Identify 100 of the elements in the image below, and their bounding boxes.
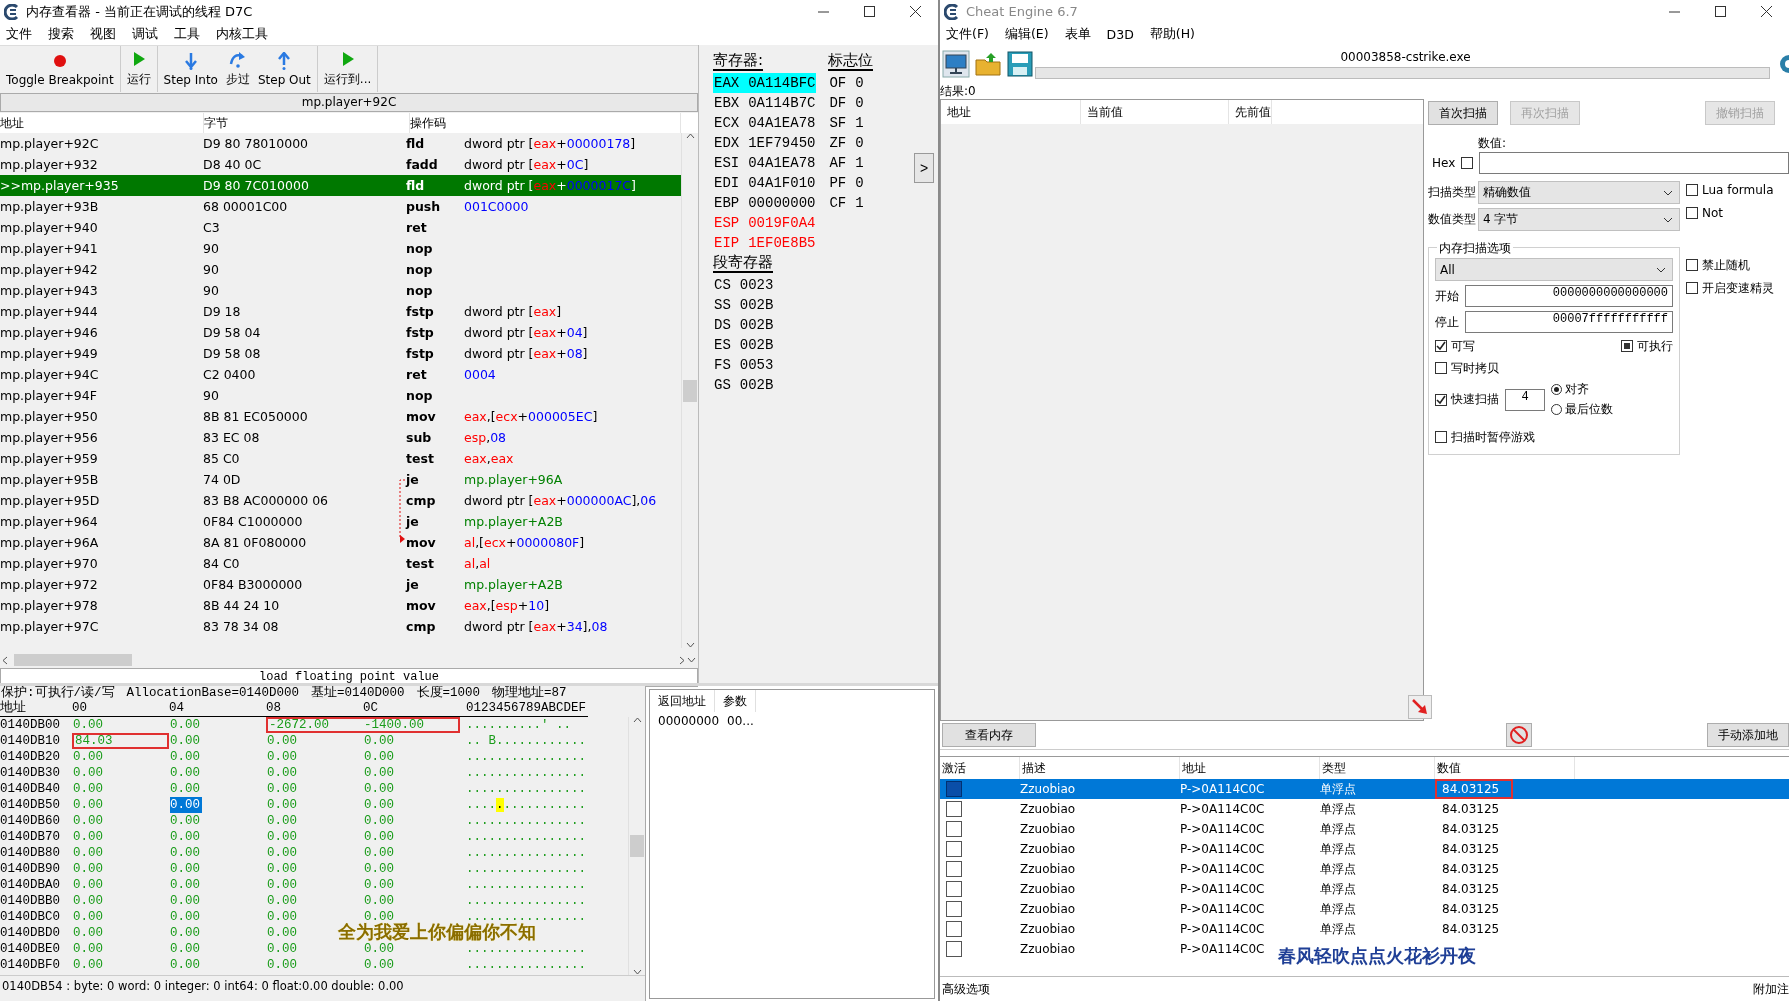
checkbox[interactable] [1621, 340, 1633, 352]
scroll-down-icon[interactable] [632, 969, 642, 975]
expand-button[interactable]: > [914, 153, 934, 183]
selected-register-row[interactable]: EAX 0A114BFC [713, 73, 817, 93]
column-header[interactable]: 先前值 [1229, 100, 1272, 124]
column-header[interactable]: 参数 [715, 690, 756, 712]
code-row[interactable]: mp.player+97C 83 78 34 08 cmp dword ptr [eax+34],08 [0, 616, 681, 637]
menu-item[interactable]: 工具 [174, 25, 200, 43]
scroll-right-icon[interactable] [679, 655, 685, 665]
register-row[interactable]: ESI 04A1EA78 [713, 153, 817, 173]
code-row[interactable]: mp.player+94F 90 nop [0, 385, 681, 406]
computer-icon[interactable] [942, 50, 970, 78]
register-row[interactable]: EBP 00000000 [713, 193, 817, 213]
checkbox[interactable] [946, 921, 962, 937]
checkbox[interactable] [946, 821, 962, 837]
settings-icon[interactable] [1777, 53, 1789, 75]
menu-item[interactable]: 文件(F) [946, 25, 989, 43]
selected-code-row[interactable]: >>mp.player+935 D9 80 7C010000 fld dword ptr [eax+0000017C] [0, 175, 681, 196]
checkbox[interactable] [946, 941, 962, 957]
scroll-thumb[interactable] [683, 379, 697, 402]
checkbox[interactable] [1435, 431, 1447, 443]
checkbox[interactable] [946, 901, 962, 917]
close-icon[interactable] [909, 6, 921, 17]
column-header[interactable]: 字节 [204, 113, 410, 133]
code-row[interactable]: mp.player+959 85 C0 test eax,eax [0, 448, 681, 469]
register-row[interactable]: ESP 0019F0A4 [713, 213, 817, 233]
selected-value[interactable]: 0.00 [170, 797, 202, 813]
code-row[interactable]: mp.player+956 83 EC 08 sub esp,08 [0, 427, 681, 448]
code-row[interactable]: mp.player+940 C3 ret [0, 217, 681, 238]
scroll-up-icon[interactable] [632, 717, 642, 723]
code-row[interactable]: mp.player+972 0F84 B3000000 je mp.player+A2B [0, 574, 681, 595]
code-row[interactable]: mp.player+95B 74 0D je mp.player+96A [0, 469, 681, 490]
register-row[interactable]: EDI 04A1F010 [713, 173, 817, 193]
clear-button[interactable] [1506, 723, 1532, 747]
radio-button[interactable] [1551, 384, 1562, 395]
maximize-icon[interactable] [863, 6, 875, 17]
address-input[interactable]: 00007fffffffffff [1465, 311, 1673, 333]
checkbox[interactable] [946, 801, 962, 817]
dropdown[interactable]: All [1435, 258, 1673, 281]
checkbox[interactable] [1435, 362, 1447, 374]
menu-item[interactable]: 调试 [132, 25, 158, 43]
menu-item[interactable]: 内核工具 [216, 25, 268, 43]
scroll-up-icon[interactable] [685, 133, 695, 139]
menu-item[interactable]: 文件 [6, 25, 32, 43]
dropdown[interactable]: 4 字节 [1478, 208, 1680, 231]
code-row[interactable]: mp.player+946 D9 58 04 fstp dword ptr [eax+04] [0, 322, 681, 343]
column-header[interactable]: 返回地址 [650, 690, 715, 712]
scroll-thumb[interactable] [630, 835, 644, 857]
checkbox[interactable] [946, 861, 962, 877]
checkbox[interactable] [1686, 259, 1698, 271]
code-row[interactable]: mp.player+95D 83 B8 AC000000 06 cmp dword ptr [eax+000000AC],06 [0, 490, 681, 511]
radio-button[interactable] [1551, 404, 1562, 415]
checkbox[interactable] [1686, 207, 1698, 219]
toolbar-button[interactable]: Step Into [159, 46, 222, 92]
code-row[interactable]: mp.player+970 84 C0 test al,al [0, 553, 681, 574]
checkbox[interactable] [1435, 393, 1447, 406]
scroll-thumb[interactable] [14, 654, 132, 666]
checkbox[interactable] [946, 881, 962, 897]
checkbox[interactable] [1686, 282, 1698, 294]
code-row[interactable]: mp.player+964 0F84 C1000000 je mp.player+A2B [0, 511, 681, 532]
comments-link[interactable]: 附加注 [1753, 980, 1789, 998]
code-row[interactable]: mp.player+932 D8 40 0C fadd dword ptr [eax+0C] [0, 154, 681, 175]
column-header[interactable]: 操作码 [410, 113, 681, 133]
toolbar-button[interactable]: Toggle Breakpoint [2, 46, 118, 92]
column-header[interactable]: 地址 [0, 113, 204, 133]
checkbox[interactable] [1461, 157, 1474, 169]
register-row[interactable]: EIP 1EF0E8B5 [713, 233, 817, 253]
maximize-icon[interactable] [1714, 6, 1726, 17]
checkbox[interactable] [1686, 184, 1698, 196]
code-row[interactable]: mp.player+950 8B 81 EC050000 mov eax,[ecx+000005EC] [0, 406, 681, 427]
menu-item[interactable]: 帮助(H) [1149, 25, 1195, 43]
toolbar-button[interactable]: Step Out [253, 46, 315, 92]
code-row[interactable]: mp.player+942 90 nop [0, 259, 681, 280]
column-header[interactable]: 当前值 [1081, 100, 1229, 124]
toolbar-button[interactable]: 运行 [122, 46, 155, 92]
register-row[interactable]: EDX 1EF79450 [713, 133, 817, 153]
view-memory-button[interactable]: 查看内存 [942, 723, 1036, 747]
menu-item[interactable]: 表单 [1064, 25, 1091, 43]
toolbar-button[interactable]: 步过 [221, 46, 254, 92]
menu-item[interactable]: 编辑(E) [1004, 25, 1049, 43]
code-row[interactable]: mp.player+96A 8A 81 0F080000 mov al,[ecx+0000080F] [0, 532, 681, 553]
code-row[interactable]: mp.player+944 D9 18 fstp dword ptr [eax] [0, 301, 681, 322]
number-input[interactable]: 4 [1505, 388, 1545, 411]
selected-table-row[interactable]: Zzuobiao P->0A114C0C 单浮点 84.03125 [940, 779, 1789, 799]
save-icon[interactable] [1006, 50, 1034, 78]
code-row[interactable]: mp.player+949 D9 58 08 fstp dword ptr [eax+08] [0, 343, 681, 364]
code-row[interactable]: mp.player+978 8B 44 24 10 mov eax,[esp+10] [0, 595, 681, 616]
toolbar-button[interactable]: 运行到... [319, 46, 376, 92]
register-row[interactable]: ECX 04A1EA78 [713, 113, 817, 133]
menu-item[interactable]: 搜索 [48, 25, 74, 43]
scan-button[interactable]: 首次扫描 [1428, 101, 1498, 125]
arrow-button[interactable] [1408, 695, 1432, 719]
code-row[interactable]: mp.player+92C D9 80 78010000 fld dword ptr [eax+00000178] [0, 133, 681, 154]
column-header[interactable]: 地址 [941, 100, 1081, 124]
close-icon[interactable] [1760, 6, 1772, 17]
code-row[interactable]: mp.player+94C C2 0400 ret 0004 [0, 364, 681, 385]
address-input[interactable]: 0000000000000000 [1465, 285, 1673, 307]
menu-item[interactable]: D3D [1106, 26, 1134, 42]
code-row[interactable]: mp.player+943 90 nop [0, 280, 681, 301]
register-row[interactable]: EBX 0A114B7C [713, 93, 817, 113]
